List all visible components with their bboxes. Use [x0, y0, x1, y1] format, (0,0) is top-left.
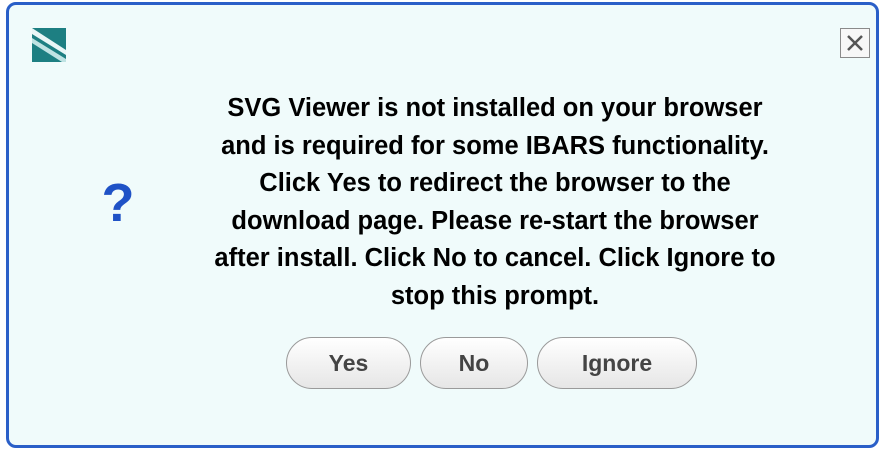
close-icon — [847, 35, 863, 51]
question-icon: ? — [101, 173, 135, 233]
message-line: SVG Viewer is not installed on your brow… — [227, 94, 763, 122]
no-button[interactable]: No — [420, 337, 528, 389]
message-line: download page. Please re-start the brows… — [231, 206, 759, 235]
prompt-message: SVG Viewer is not installed on your brow… — [145, 90, 845, 315]
svg-viewer-prompt-dialog: ? SVG Viewer is not installed on your br… — [6, 2, 879, 448]
message-line: stop this prompt. — [390, 281, 600, 310]
ignore-button[interactable]: Ignore — [537, 337, 697, 389]
message-line: and is required for some IBARS functiona… — [221, 131, 769, 160]
button-row: Yes No Ignore — [286, 337, 697, 389]
app-logo-icon — [32, 28, 66, 62]
yes-button[interactable]: Yes — [286, 337, 411, 389]
close-button[interactable] — [840, 28, 870, 58]
message-line: after install. Click No to cancel. Click… — [214, 244, 776, 272]
message-line: Click Yes to redirect the browser to the — [259, 169, 731, 197]
